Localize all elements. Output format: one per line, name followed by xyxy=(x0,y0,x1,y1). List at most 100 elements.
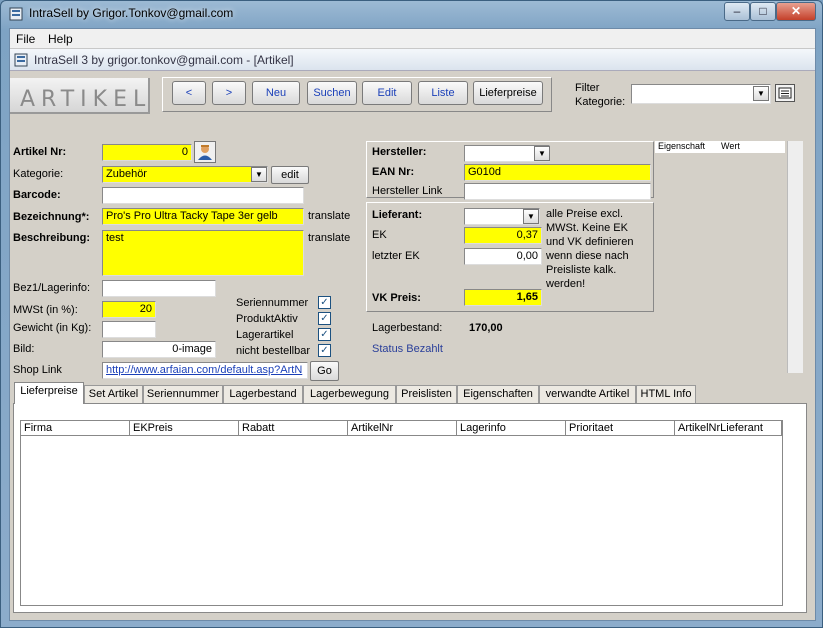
kategorie-label: Kategorie: xyxy=(13,168,64,180)
ek-label: EK xyxy=(372,229,387,241)
column-prioritaet[interactable]: Prioritaet xyxy=(566,421,675,436)
bezeichnung-label: Bezeichnung*: xyxy=(13,211,90,223)
chevron-down-icon[interactable]: ▼ xyxy=(251,167,267,182)
column-ekpreis[interactable]: EKPreis xyxy=(130,421,239,436)
logo-box: ARTIKEL xyxy=(10,78,150,114)
menu-file[interactable]: File xyxy=(16,32,35,46)
menu-help[interactable]: Help xyxy=(48,32,73,46)
vk-label: VK Preis: xyxy=(372,292,421,304)
user-icon[interactable] xyxy=(194,141,216,163)
mdi-title: IntraSell 3 by grigor.tonkov@gmail.com -… xyxy=(34,53,294,67)
ean-label: EAN Nr: xyxy=(372,166,415,178)
lieferant-label: Lieferant: xyxy=(372,209,423,221)
filter-label: Filter xyxy=(575,82,600,94)
tab-preislisten[interactable]: Preislisten xyxy=(396,385,457,404)
shoplink-field[interactable]: http://www.arfaian.com/default.asp?ArtN xyxy=(102,362,308,379)
chevron-down-icon[interactable]: ▼ xyxy=(523,209,539,224)
bild-field[interactable]: 0-image xyxy=(102,341,216,358)
page-title: ARTIKEL xyxy=(20,87,152,112)
artikel-nr-field[interactable]: 0 xyxy=(102,144,192,161)
suchen-button[interactable]: Suchen xyxy=(307,81,357,105)
maximize-button[interactable]: □ xyxy=(750,2,776,21)
lieferpreise-table: Firma EKPreis Rabatt ArtikelNr Lagerinfo… xyxy=(20,420,783,606)
nicht-bestellbar-label: nicht bestellbar xyxy=(236,345,310,357)
eigenschaft-column[interactable]: Eigenschaft xyxy=(658,141,705,151)
bild-label: Bild: xyxy=(13,343,35,355)
next-button[interactable]: > xyxy=(212,81,246,105)
filter-kategorie-combo[interactable] xyxy=(631,84,771,104)
beschreibung-field[interactable]: test xyxy=(102,230,304,276)
tab-verwandte-artikel[interactable]: verwandte Artikel xyxy=(539,385,636,404)
produktaktiv-label: ProduktAktiv xyxy=(236,313,298,325)
menu-bar: File Help xyxy=(10,29,815,49)
mwst-label: MWSt (in %): xyxy=(13,304,78,316)
vk-field[interactable]: 1,65 xyxy=(464,289,542,306)
ean-field[interactable]: G010d xyxy=(464,164,651,181)
tab-lieferpreise[interactable]: Lieferpreise xyxy=(14,382,84,404)
tab-seriennummer[interactable]: Seriennummer xyxy=(143,385,223,404)
seriennummer-label: Seriennummer xyxy=(236,297,309,309)
lagerbestand-label: Lagerbestand: xyxy=(372,322,443,334)
tab-set-artikel[interactable]: Set Artikel xyxy=(84,385,143,404)
column-artikelnrlieferant[interactable]: ArtikelNrLieferant xyxy=(675,421,782,436)
artikel-form: ARTIKEL < > Neu Suchen Edit Liste Liefer… xyxy=(10,71,815,620)
status-badge[interactable]: Status Bezahlt xyxy=(372,343,443,355)
app-window: IntraSell by Grigor.Tonkov@gmail.com – □… xyxy=(0,0,823,628)
document-icon xyxy=(14,53,28,67)
window-title: IntraSell by Grigor.Tonkov@gmail.com xyxy=(29,6,234,20)
translate-link[interactable]: translate xyxy=(308,232,350,244)
chevron-down-icon[interactable]: ▼ xyxy=(753,86,769,101)
preis-hinweis: alle Preise excl. MWSt. Keine EK und VK … xyxy=(546,208,634,290)
barcode-field[interactable] xyxy=(102,187,304,204)
bez1-field[interactable] xyxy=(102,280,216,297)
title-bar[interactable]: IntraSell by Grigor.Tonkov@gmail.com – □… xyxy=(1,1,822,27)
hersteller-link-label: Hersteller Link xyxy=(372,185,443,197)
lagerartikel-checkbox[interactable]: ✓ xyxy=(318,328,331,341)
letzter-ek-label: letzter EK xyxy=(372,250,420,262)
close-button[interactable]: ✕ xyxy=(776,2,816,21)
tab-eigenschaften[interactable]: Eigenschaften xyxy=(457,385,539,404)
minimize-button[interactable]: – xyxy=(724,2,750,21)
tab-lagerbestand[interactable]: Lagerbestand xyxy=(223,385,303,404)
seriennummer-checkbox[interactable]: ✓ xyxy=(318,296,331,309)
barcode-label: Barcode: xyxy=(13,189,61,201)
vertical-scrollbar[interactable] xyxy=(787,141,803,373)
column-firma[interactable]: Firma xyxy=(21,421,130,436)
prev-button[interactable]: < xyxy=(172,81,206,105)
tab-html-info[interactable]: HTML Info xyxy=(636,385,696,404)
hersteller-link-field[interactable] xyxy=(464,183,651,200)
hersteller-label: Hersteller: xyxy=(372,146,427,158)
letzter-ek-field[interactable]: 0,00 xyxy=(464,248,542,265)
lagerartikel-label: Lagerartikel xyxy=(236,329,294,341)
bez1-label: Bez1/Lagerinfo: xyxy=(13,282,91,294)
column-rabatt[interactable]: Rabatt xyxy=(239,421,348,436)
go-button[interactable]: Go xyxy=(310,361,339,381)
wert-column[interactable]: Wert xyxy=(721,141,740,151)
ek-field[interactable]: 0,37 xyxy=(464,227,542,244)
nicht-bestellbar-checkbox[interactable]: ✓ xyxy=(318,344,331,357)
edit-button[interactable]: Edit xyxy=(362,81,412,105)
mdi-title-bar: IntraSell 3 by grigor.tonkov@gmail.com -… xyxy=(10,49,815,71)
lieferpreise-button[interactable]: Lieferpreise xyxy=(473,81,543,105)
lagerbestand-value: 170,00 xyxy=(469,322,503,334)
tab-lagerbewegung[interactable]: Lagerbewegung xyxy=(303,385,396,404)
neu-button[interactable]: Neu xyxy=(252,81,300,105)
artikel-nr-label: Artikel Nr: xyxy=(13,146,67,158)
liste-button[interactable]: Liste xyxy=(418,81,468,105)
chevron-down-icon[interactable]: ▼ xyxy=(534,146,550,161)
translate-link[interactable]: translate xyxy=(308,210,350,222)
eigenschaft-grid-header: Eigenschaft Wert xyxy=(655,141,785,153)
tab-strip: Lieferpreise Set Artikel Seriennummer La… xyxy=(10,382,810,404)
gewicht-field[interactable] xyxy=(102,321,156,338)
client-area: File Help IntraSell 3 by grigor.tonkov@g… xyxy=(9,28,816,621)
column-artikelnr[interactable]: ArtikelNr xyxy=(348,421,457,436)
mwst-field[interactable]: 20 xyxy=(102,301,156,318)
bezeichnung-field[interactable]: Pro's Pro Ultra Tacky Tape 3er gelb xyxy=(102,208,304,225)
list-view-icon[interactable] xyxy=(775,84,795,102)
beschreibung-label: Beschreibung: xyxy=(13,232,91,244)
produktaktiv-checkbox[interactable]: ✓ xyxy=(318,312,331,325)
kategorie-edit-button[interactable]: edit xyxy=(271,166,309,184)
kategorie-combo[interactable]: Zubehör xyxy=(102,166,268,183)
gewicht-label: Gewicht (in Kg): xyxy=(13,322,92,334)
column-lagerinfo[interactable]: Lagerinfo xyxy=(457,421,566,436)
